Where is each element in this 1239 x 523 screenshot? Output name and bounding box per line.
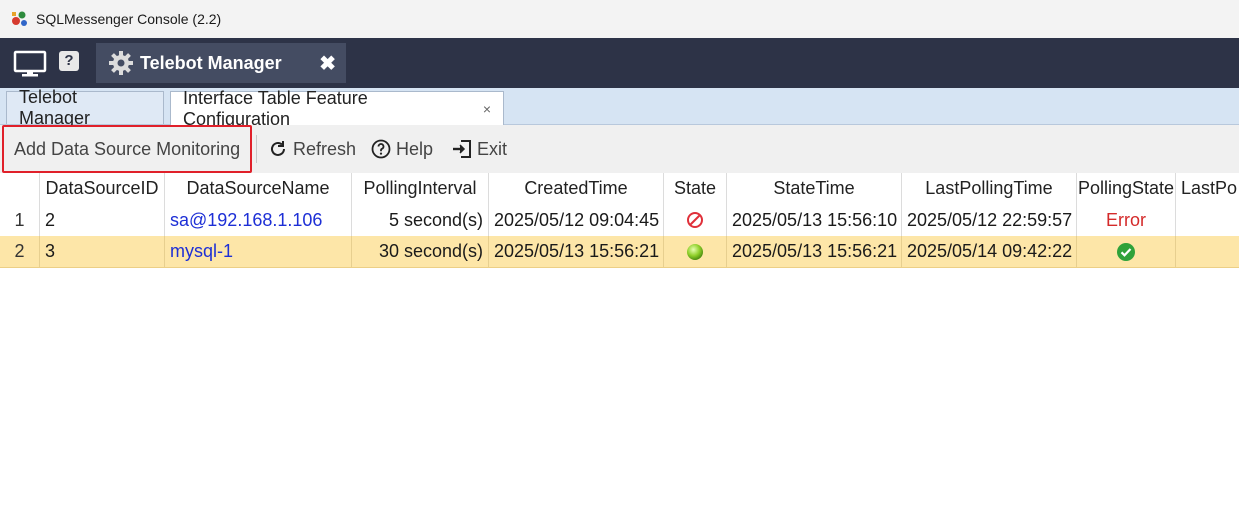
tab-interface-table-config[interactable]: Interface Table Feature Configuration × [170,88,504,129]
grid-header-row: DataSourceID DataSourceName PollingInter… [0,173,1239,205]
datasource-id-cell: 2 [40,204,165,236]
check-circle-icon [1117,242,1135,261]
datasource-name-link[interactable]: mysql-1 [165,236,352,267]
state-time-cell: 2025/05/13 15:56:10 [727,204,902,236]
main-tab-label: Telebot Manager [140,52,282,73]
column-header[interactable]: LastPo [1176,173,1239,204]
refresh-icon [271,141,285,156]
toolbar-divider [256,135,257,163]
last-polling-time-cell: 2025/05/14 09:42:22 [902,236,1077,267]
state-cell [664,236,727,267]
exit-icon [453,140,471,158]
state-time-cell: 2025/05/13 15:56:21 [727,236,902,267]
gear-icon [109,51,133,75]
sub-tab-bar: Telebot Manager Interface Table Feature … [0,87,1239,129]
help-label: Help [396,138,434,159]
column-header[interactable]: CreatedTime [489,173,664,204]
app-logo-icon [12,11,27,26]
close-icon[interactable]: ✖ [319,51,336,76]
tab-telebot-manager-main[interactable]: Telebot Manager ✖ [96,43,346,83]
green-dot-icon [687,243,703,260]
app-header: ? Telebot Manager ✖ [0,38,1239,88]
state-cell [664,204,727,236]
window-title: SQLMessenger Console (2.2) [36,11,222,27]
question-circle-icon [371,139,391,159]
tab-label: Interface Table Feature Configuration [183,87,368,129]
refresh-button[interactable]: Refresh [268,134,356,164]
row-number: 2 [0,236,40,267]
tab-telebot-manager[interactable]: Telebot Manager [6,87,164,128]
column-header[interactable]: LastPollingTime [902,173,1077,204]
polling-interval-cell: 5 second(s) [352,204,489,236]
last-po-cell [1176,236,1239,267]
created-time-cell: 2025/05/13 15:56:21 [489,236,664,267]
table-row[interactable]: 1 2 sa@192.168.1.106 5 second(s) 2025/05… [0,204,1239,237]
last-polling-time-cell: 2025/05/12 22:59:57 [902,204,1077,236]
add-button-label: Add Data Source Monitoring [14,138,241,159]
help-button[interactable]: Help [371,134,433,164]
row-number-header [0,173,40,204]
refresh-label: Refresh [293,138,357,159]
column-header[interactable]: PollingState [1077,173,1176,204]
tab-close-icon[interactable]: × [483,101,491,117]
monitor-icon[interactable] [13,50,47,78]
row-number: 1 [0,204,40,236]
add-data-source-monitoring-button[interactable]: Add Data Source Monitoring [2,125,253,173]
exit-label: Exit [477,138,508,159]
column-header[interactable]: PollingInterval [352,173,489,204]
polling-interval-cell: 30 second(s) [352,236,489,267]
polling-state-cell: Error [1077,204,1176,236]
toolbar: Add Data Source Monitoring Refresh Help … [0,125,1239,174]
datasource-name-link[interactable]: sa@192.168.1.106 [165,204,352,236]
help-icon[interactable]: ? [59,51,79,71]
datasource-id-cell: 3 [40,236,165,267]
title-bar: SQLMessenger Console (2.2) [0,0,1239,38]
exit-button[interactable]: Exit [452,134,507,164]
column-header[interactable]: State [664,173,727,204]
tab-label: Telebot Manager [19,87,91,128]
column-header[interactable]: DataSourceID [40,173,165,204]
table-row[interactable]: 2 3 mysql-1 30 second(s) 2025/05/13 15:5… [0,236,1239,268]
column-header[interactable]: StateTime [727,173,902,204]
blocked-icon [687,212,703,228]
last-po-cell [1176,204,1239,236]
created-time-cell: 2025/05/12 09:04:45 [489,204,664,236]
column-header[interactable]: DataSourceName [165,173,352,204]
polling-state-cell [1077,236,1176,267]
